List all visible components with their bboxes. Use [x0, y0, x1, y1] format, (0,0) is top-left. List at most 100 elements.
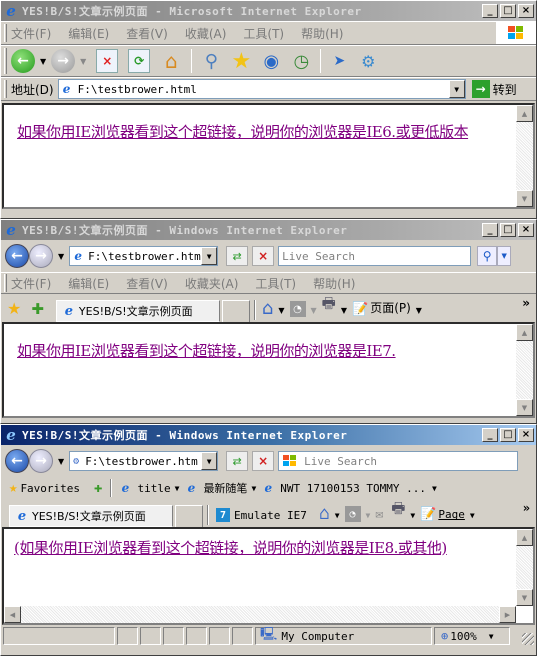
menu-edit[interactable]: 编辑(E): [68, 275, 109, 292]
toolbar-grip[interactable]: [4, 24, 7, 42]
emulate-ie7-button[interactable]: 7 Emulate IE7: [216, 508, 307, 522]
resize-grip[interactable]: [522, 633, 534, 645]
scroll-right-button[interactable]: ▶: [499, 606, 516, 623]
forward-icon[interactable]: →: [29, 449, 53, 473]
add-favorites-icon[interactable]: ✚: [94, 480, 102, 496]
back-icon[interactable]: ←: [11, 49, 35, 73]
add-favorites-icon[interactable]: ✚: [31, 300, 44, 318]
menu-tools[interactable]: 工具(T): [255, 275, 296, 292]
refresh-icon[interactable]: ⇄: [226, 246, 249, 266]
home-dropdown-icon[interactable]: ▼: [335, 511, 340, 520]
vertical-scrollbar[interactable]: ▲ ▼: [516, 324, 533, 416]
address-dropdown-icon[interactable]: ▼: [201, 247, 218, 265]
minimize-button[interactable]: _: [482, 4, 498, 18]
scroll-down-button[interactable]: ▼: [516, 190, 533, 207]
address-input[interactable]: ⚙ F:\testbrower.htm ▼: [69, 451, 219, 471]
scroll-down-button[interactable]: ▼: [516, 589, 533, 606]
nav-dropdown-icon[interactable]: ▼: [58, 252, 64, 261]
ie7-link[interactable]: 如果你用IE浏览器看到这个超链接，说明你的浏览器是IE7.: [17, 340, 396, 361]
back-icon[interactable]: ←: [5, 449, 29, 473]
vertical-scrollbar[interactable]: ▲ ▼: [516, 105, 533, 207]
scroll-up-button[interactable]: ▲: [516, 105, 533, 122]
new-tab-button[interactable]: [175, 505, 203, 527]
close-button[interactable]: ×: [518, 428, 534, 442]
horizontal-scrollbar[interactable]: ◀ ▶: [4, 606, 516, 623]
history-icon[interactable]: ◷: [289, 49, 313, 73]
forward-icon[interactable]: →: [51, 49, 76, 73]
search-icon[interactable]: ⚲: [199, 49, 223, 73]
page-dropdown-icon[interactable]: ▼: [470, 511, 475, 520]
fav-dropdown-icon[interactable]: ▼: [432, 484, 437, 493]
forward-dropdown-icon[interactable]: ▼: [80, 57, 86, 66]
tab-active[interactable]: e YES!B/S!文章示例页面: [55, 300, 220, 322]
toolbar-grip[interactable]: [4, 48, 7, 74]
feeds-icon[interactable]: ◔: [344, 506, 361, 522]
ie8-titlebar[interactable]: e YES!B/S!文章示例页面 - Windows Internet Expl…: [1, 425, 536, 445]
refresh-icon[interactable]: ⟳: [128, 49, 151, 73]
home-icon[interactable]: ⌂: [159, 49, 183, 73]
home-icon[interactable]: ⌂: [319, 503, 330, 524]
ie6-titlebar[interactable]: e YES!B/S!文章示例页面 - Microsoft Internet Ex…: [1, 1, 536, 21]
search-input[interactable]: Live Search: [278, 451, 519, 471]
nav-dropdown-icon[interactable]: ▼: [58, 457, 64, 466]
scroll-up-button[interactable]: ▲: [516, 324, 533, 341]
refresh-icon[interactable]: ⇄: [226, 451, 249, 471]
favorites-star-icon[interactable]: ★: [229, 49, 253, 74]
menu-file[interactable]: 文件(F): [11, 275, 51, 292]
status-zone-cell[interactable]: 🖳 My Computer: [255, 627, 432, 645]
fav-dropdown-icon[interactable]: ▼: [251, 484, 256, 493]
maximize-button[interactable]: □: [500, 223, 516, 237]
home-dropdown-icon[interactable]: ▼: [278, 306, 284, 315]
search-icon[interactable]: ⚲: [477, 246, 498, 266]
page-menu-button[interactable]: Page: [438, 508, 465, 521]
vertical-scrollbar[interactable]: ▲ ▼: [516, 529, 533, 606]
menu-edit[interactable]: 编辑(E): [68, 25, 109, 42]
pointer-icon[interactable]: ➤: [328, 49, 350, 73]
stop-icon[interactable]: ×: [96, 49, 119, 73]
menu-view[interactable]: 查看(V): [126, 25, 168, 42]
print-icon[interactable]: 🖶: [322, 293, 336, 318]
page-dropdown-icon[interactable]: ▼: [416, 306, 422, 315]
go-button[interactable]: → 转到: [471, 80, 517, 98]
search-input[interactable]: Live Search: [278, 246, 472, 266]
print-icon[interactable]: 🖶: [391, 498, 405, 523]
stop-icon[interactable]: ×: [252, 451, 275, 471]
tab-active[interactable]: e YES!B/S!文章示例页面: [9, 505, 173, 527]
address-input[interactable]: e F:\testbrower.html ▼: [69, 246, 219, 266]
fav-link-title[interactable]: e title ▼: [117, 480, 183, 496]
feeds-dropdown-icon[interactable]: ▼: [311, 306, 317, 315]
feeds-icon[interactable]: ◔: [289, 301, 306, 317]
forward-icon[interactable]: →: [29, 244, 53, 268]
favorites-center-icon[interactable]: ★: [7, 299, 21, 318]
address-dropdown-icon[interactable]: ▼: [448, 80, 465, 98]
toolbar-grip[interactable]: [4, 274, 7, 292]
minimize-button[interactable]: _: [482, 428, 498, 442]
fav-dropdown-icon[interactable]: ▼: [175, 484, 180, 493]
menu-help[interactable]: 帮助(H): [301, 25, 343, 42]
ie8-link[interactable]: (如果你用IE浏览器看到这个超链接，说明你的浏览器是IE8.或其他): [14, 537, 447, 558]
menu-help[interactable]: 帮助(H): [313, 275, 355, 292]
close-button[interactable]: ×: [518, 223, 534, 237]
close-button[interactable]: ×: [518, 4, 534, 18]
ie7-titlebar[interactable]: e YES!B/S!文章示例页面 - Windows Internet Expl…: [1, 220, 536, 240]
menu-file[interactable]: 文件(F): [11, 25, 51, 42]
home-icon[interactable]: ⌂: [262, 298, 273, 319]
zoom-dropdown-icon[interactable]: ▼: [489, 632, 494, 641]
back-dropdown-icon[interactable]: ▼: [40, 57, 46, 66]
scroll-up-button[interactable]: ▲: [516, 529, 533, 546]
page-menu-button[interactable]: 页面(P): [370, 299, 411, 316]
scroll-left-button[interactable]: ◀: [4, 606, 21, 623]
print-dropdown-icon[interactable]: ▼: [341, 306, 347, 315]
menu-tools[interactable]: 工具(T): [243, 25, 284, 42]
menu-favorites[interactable]: 收藏(A): [185, 25, 227, 42]
menu-view[interactable]: 查看(V): [126, 275, 168, 292]
scroll-down-button[interactable]: ▼: [516, 399, 533, 416]
research-icon[interactable]: ⚙: [356, 49, 380, 73]
search-options-icon[interactable]: ▼: [497, 246, 512, 266]
print-dropdown-icon[interactable]: ▼: [410, 511, 415, 520]
address-dropdown-icon[interactable]: ▼: [201, 452, 218, 470]
media-icon[interactable]: ◉: [259, 49, 283, 73]
fav-link-recent[interactable]: e 最新随笔 ▼: [183, 480, 260, 496]
zoom-control[interactable]: ⊕ 100% ▼: [434, 627, 510, 645]
address-input[interactable]: e F:\testbrower.html ▼: [57, 79, 466, 99]
